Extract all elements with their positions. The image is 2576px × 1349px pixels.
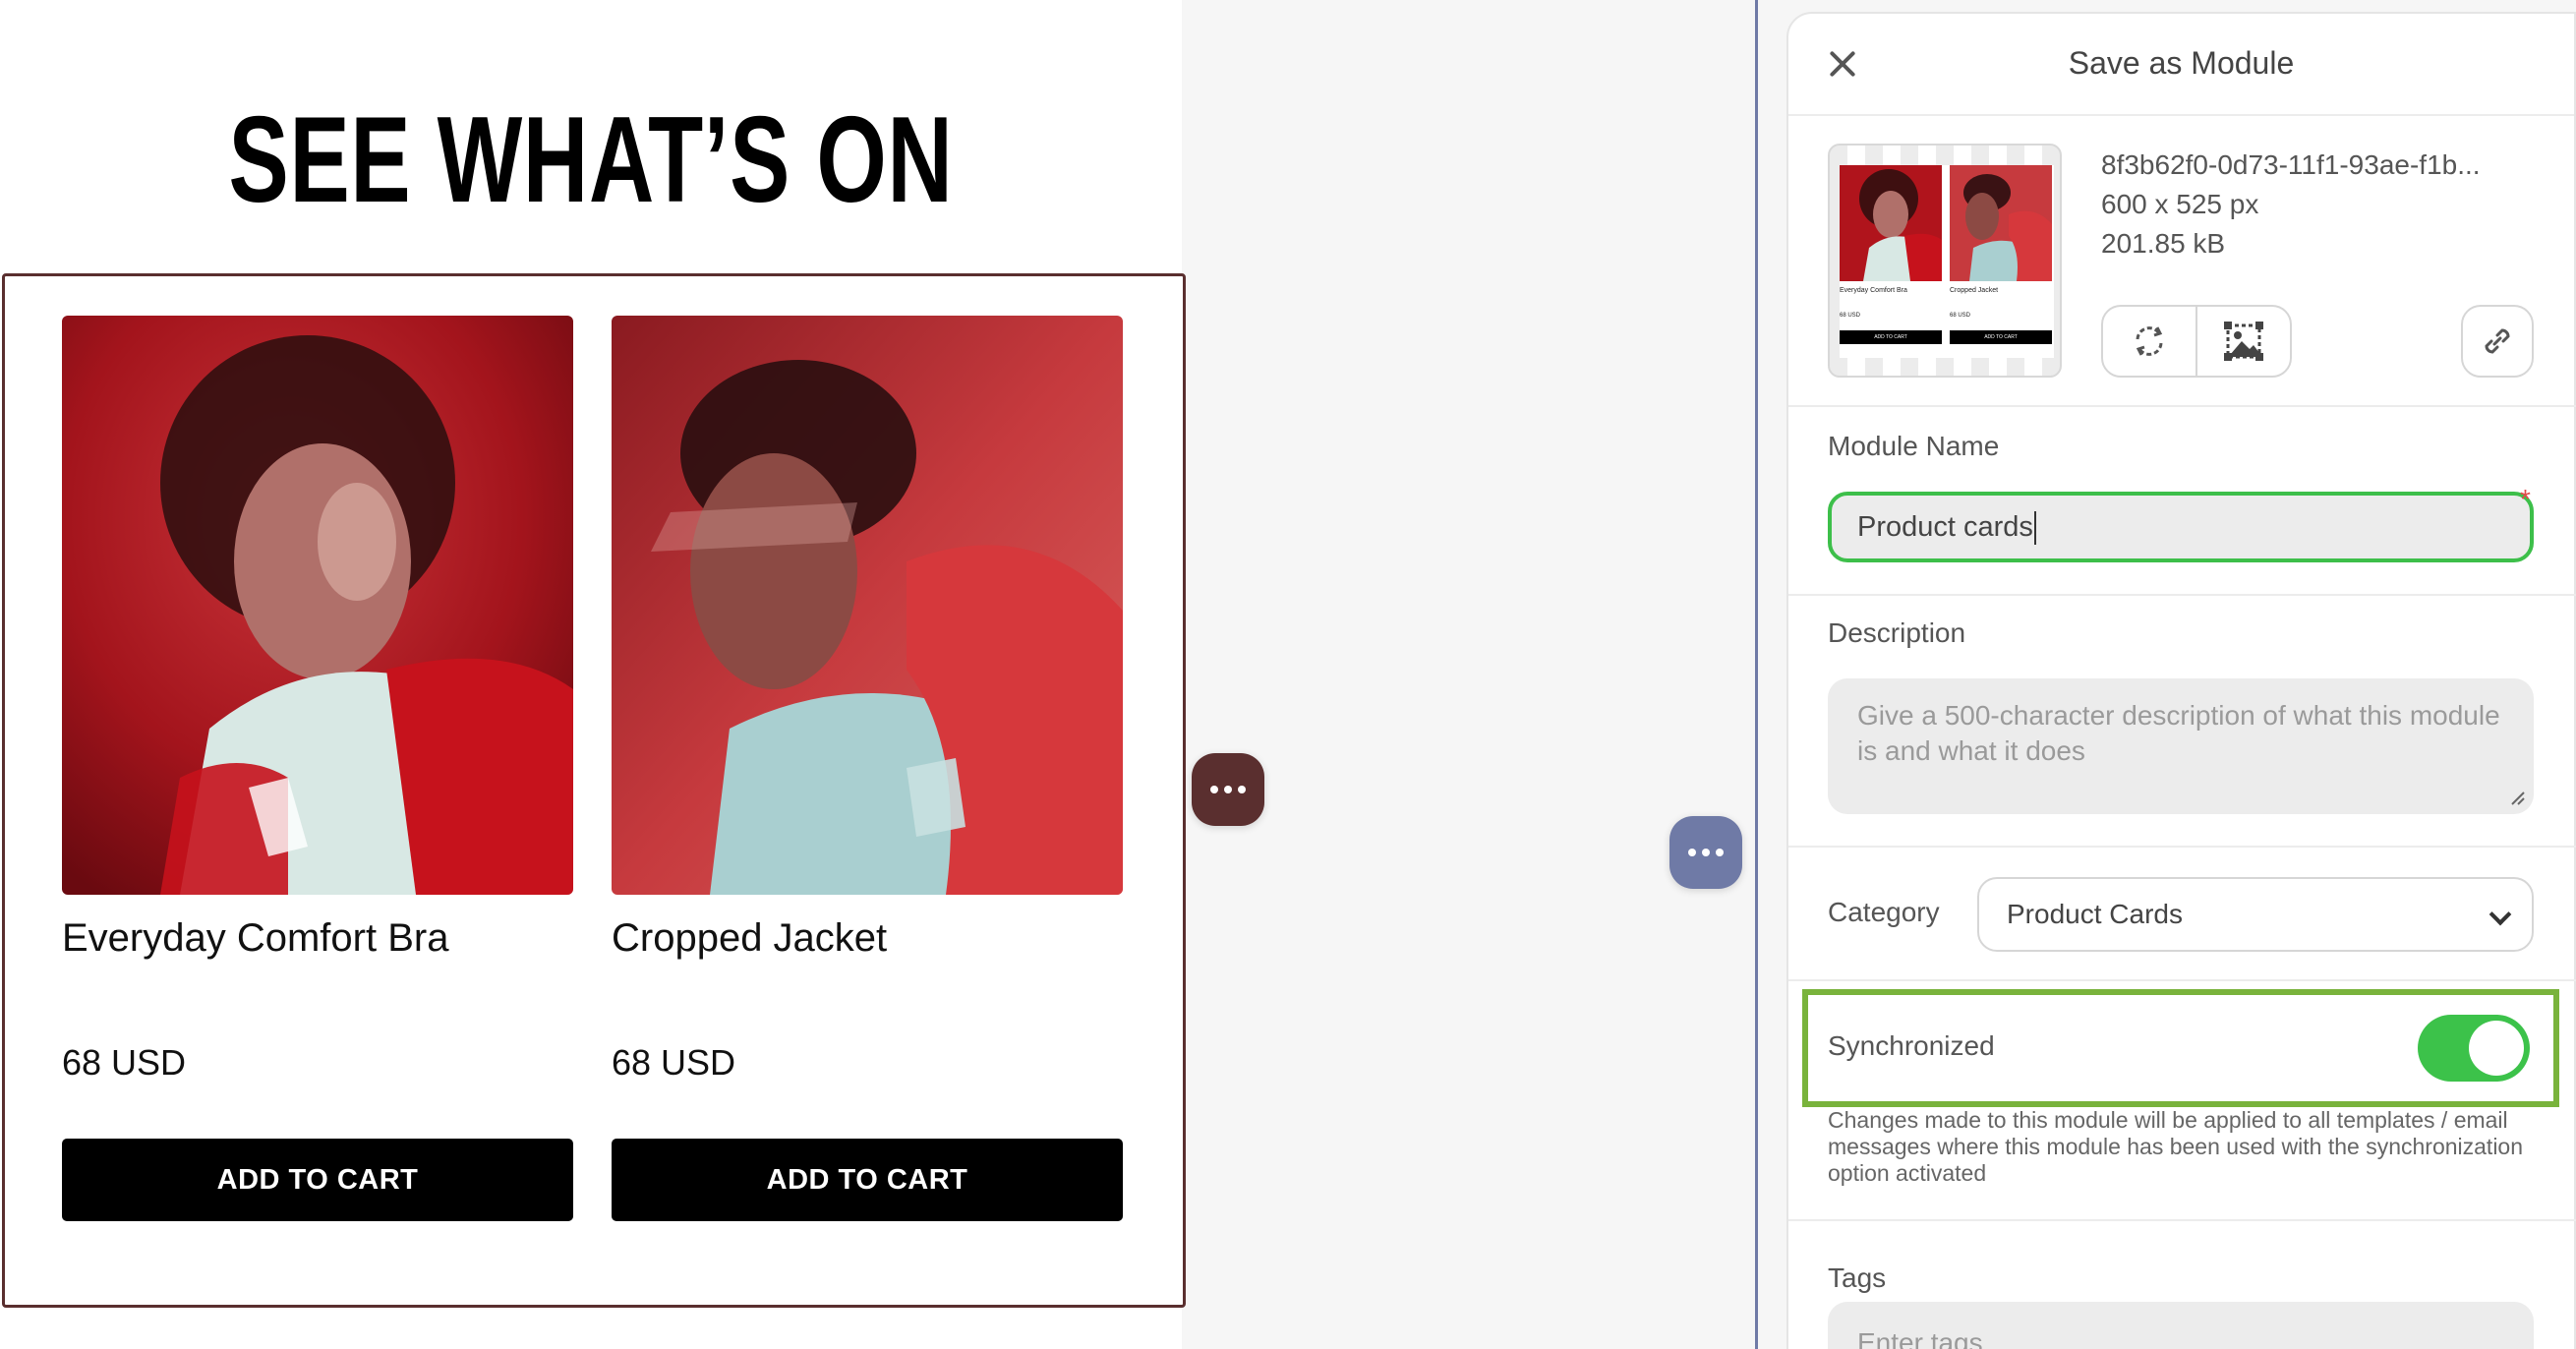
- dot-icon: [1224, 786, 1232, 793]
- product-cards-module[interactable]: Everyday Comfort Bra 68 USD ADD TO CART: [2, 273, 1186, 1308]
- product-image[interactable]: [62, 316, 573, 895]
- description-placeholder: Give a 500-character description of what…: [1857, 700, 2500, 766]
- section-divider: [1788, 594, 2576, 596]
- image-filesize: 201.85 kB: [2101, 228, 2226, 259]
- image-dimensions: 600 x 525 px: [2101, 189, 2259, 219]
- category-select[interactable]: Product Cards: [1977, 877, 2534, 952]
- dot-icon: [1702, 849, 1710, 856]
- thumbnail-image: [1950, 165, 2052, 281]
- resize-handle-icon[interactable]: [2510, 791, 2526, 806]
- panel-title: Save as Module: [2068, 45, 2295, 81]
- panel-header: Save as Module: [1788, 14, 2574, 116]
- synchronized-label: Synchronized: [1828, 1030, 1995, 1061]
- description-label: Description: [1828, 617, 1966, 648]
- section-divider: [1788, 846, 2576, 848]
- dot-icon: [1238, 786, 1246, 793]
- product-price: 68 USD: [62, 1042, 187, 1083]
- dot-icon: [1210, 786, 1218, 793]
- tags-placeholder: Enter tags...: [1857, 1327, 2006, 1349]
- section-divider: [1788, 405, 2576, 407]
- save-as-module-panel: Save as Module Everyday Comfort Bra Crop…: [1786, 12, 2576, 1349]
- email-canvas: SEE WHAT’S ON SALE: [0, 0, 1186, 1349]
- product-price: 68 USD: [612, 1042, 736, 1083]
- replace-icon[interactable]: [2103, 307, 2195, 376]
- description-textarea[interactable]: Give a 500-character description of what…: [1828, 678, 2534, 814]
- synchronized-toggle[interactable]: [2418, 1015, 2530, 1082]
- required-asterisk: *: [2520, 484, 2531, 514]
- module-name-value: Product cards: [1857, 511, 2033, 543]
- thumbnail-price: 68 USD: [1840, 313, 1861, 319]
- module-more-options-button[interactable]: [1192, 753, 1264, 826]
- image-edit-icon[interactable]: [2195, 307, 2290, 376]
- thumbnail-image: [1840, 165, 1942, 281]
- tags-input[interactable]: Enter tags...: [1828, 1302, 2534, 1349]
- product-card: Everyday Comfort Bra 68 USD ADD TO CART: [62, 316, 573, 1221]
- chevron-down-icon: [2488, 903, 2512, 926]
- thumbnail-cta: ADD TO CART: [1840, 330, 1942, 344]
- thumbnail-caption: Cropped Jacket: [1950, 287, 1999, 294]
- thumbnail-price: 68 USD: [1950, 313, 1971, 319]
- panel-divider: [1755, 0, 1758, 1349]
- module-thumbnail: Everyday Comfort Bra Cropped Jacket 68 U…: [1828, 144, 2062, 378]
- add-to-cart-button[interactable]: ADD TO CART: [612, 1139, 1123, 1221]
- section-divider: [1788, 979, 2576, 981]
- product-card: Cropped Jacket 68 USD ADD TO CART: [612, 316, 1123, 1221]
- module-name-label: Module Name: [1828, 431, 2000, 461]
- thumbnail-cta: ADD TO CART: [1950, 330, 2052, 344]
- image-actions: [2101, 305, 2292, 378]
- section-divider: [1788, 1219, 2576, 1221]
- link-icon[interactable]: [2461, 305, 2534, 378]
- image-filename: 8f3b62f0-0d73-11f1-93ae-f1b...: [2101, 149, 2481, 180]
- dot-icon: [1716, 849, 1724, 856]
- tags-label: Tags: [1828, 1262, 1887, 1293]
- product-image[interactable]: [612, 316, 1123, 895]
- toggle-knob: [2469, 1021, 2524, 1076]
- text-caret: [2033, 511, 2036, 546]
- module-name-input[interactable]: Product cards: [1828, 492, 2534, 562]
- product-name: Cropped Jacket: [612, 916, 888, 960]
- panel-more-options-button[interactable]: [1669, 816, 1742, 889]
- product-name: Everyday Comfort Bra: [62, 916, 449, 960]
- image-meta: 8f3b62f0-0d73-11f1-93ae-f1b... 600 x 525…: [2101, 146, 2481, 264]
- thumbnail-preview: Everyday Comfort Bra Cropped Jacket 68 U…: [1840, 165, 2054, 358]
- dot-icon: [1688, 849, 1696, 856]
- synchronized-note: Changes made to this module will be appl…: [1828, 1107, 2524, 1186]
- category-value: Product Cards: [2007, 899, 2183, 929]
- thumbnail-caption: Everyday Comfort Bra: [1840, 287, 1907, 294]
- add-to-cart-button[interactable]: ADD TO CART: [62, 1139, 573, 1221]
- category-label: Category: [1828, 897, 1940, 927]
